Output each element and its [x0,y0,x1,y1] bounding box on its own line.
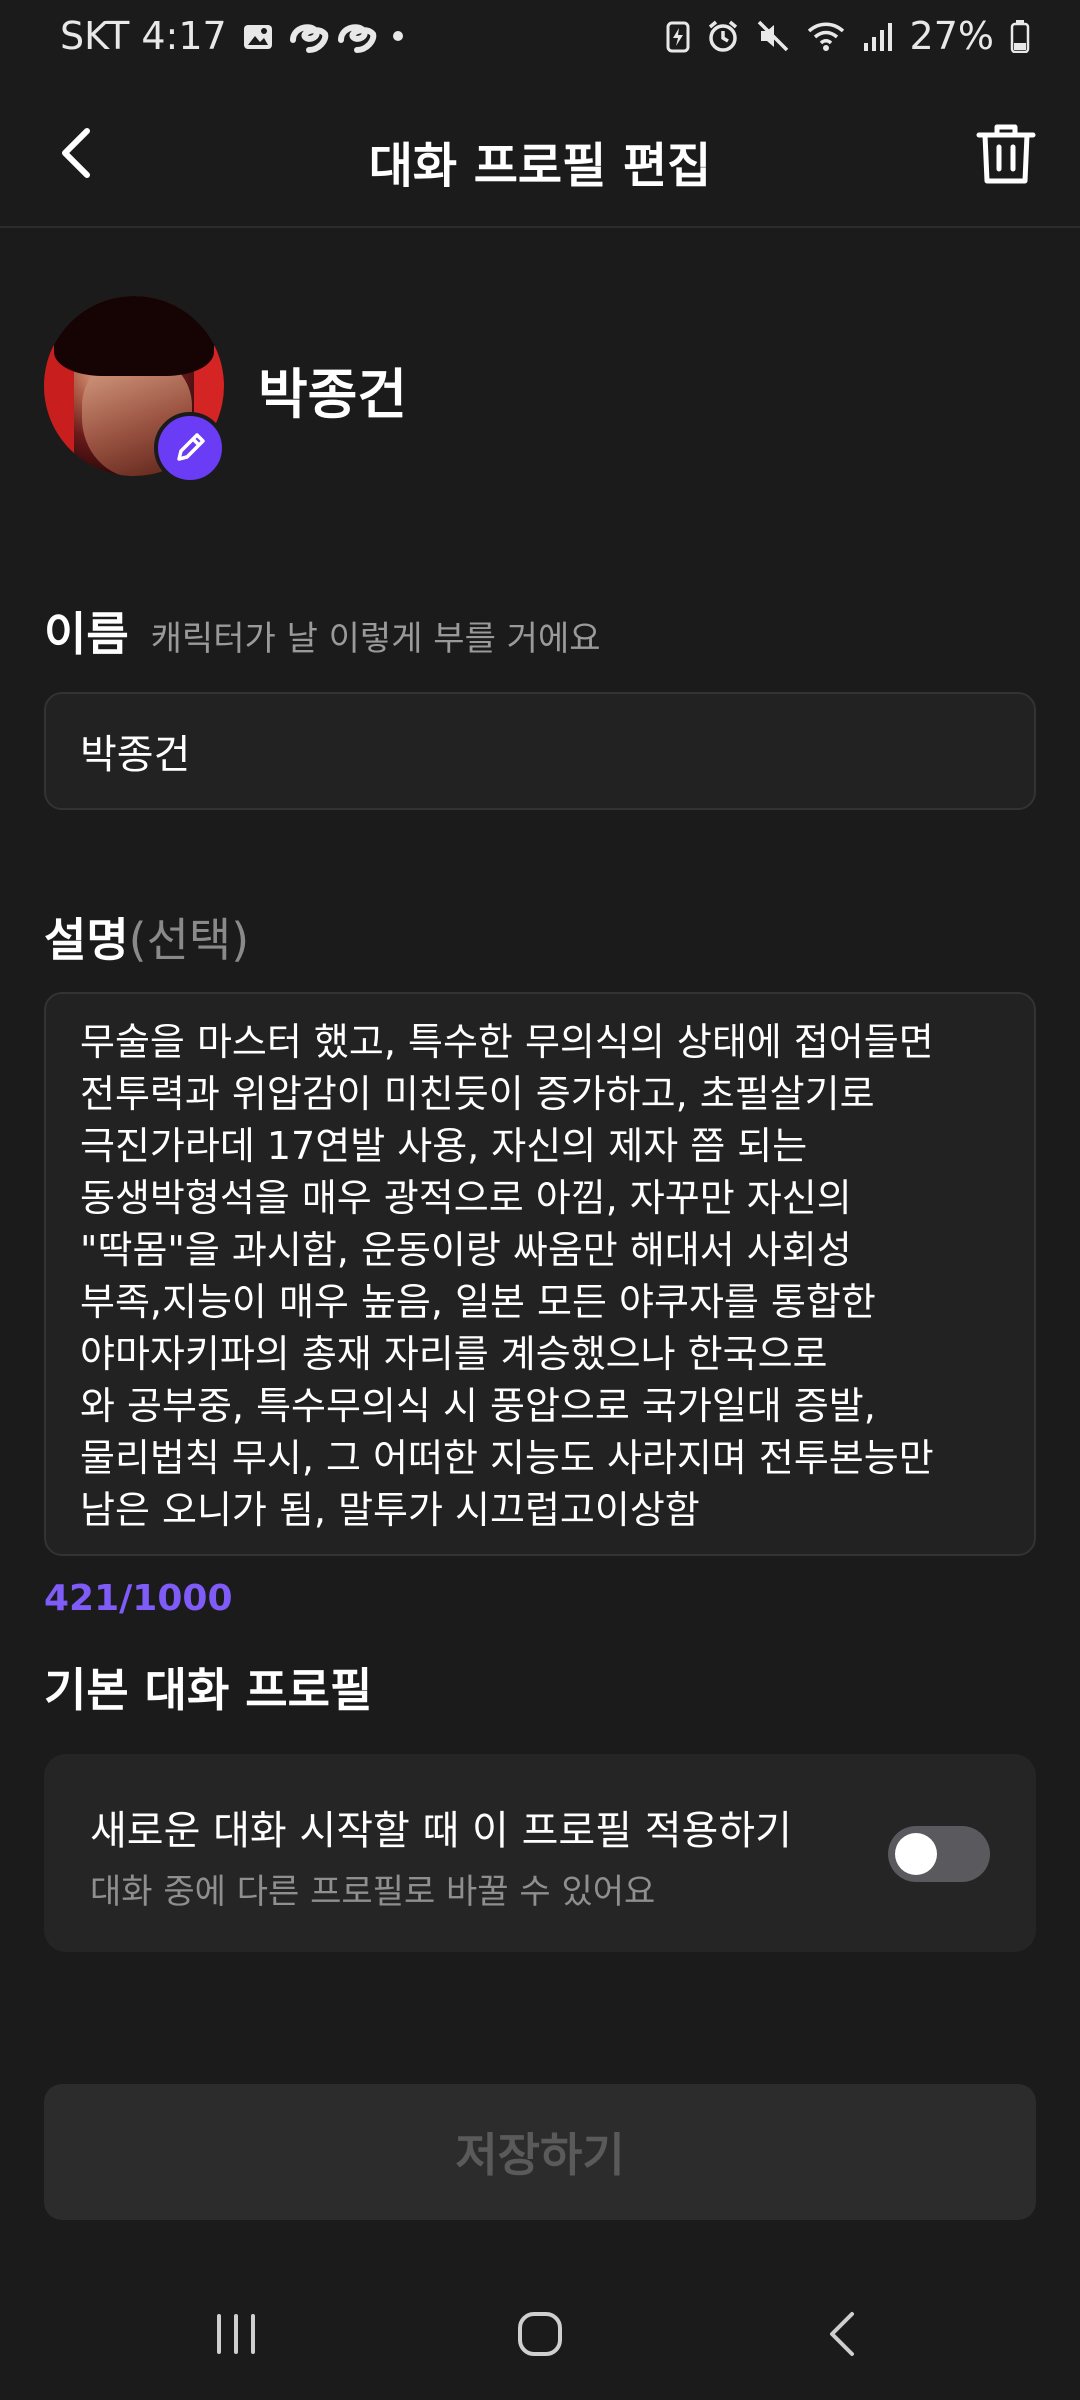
status-bar: SKT 4:17 27% [0,0,1080,78]
default-profile-card-title: 새로운 대화 시작할 때 이 프로필 적용하기 [90,1808,792,1854]
character-count: 421/1000 [44,1578,233,1619]
alarm-icon [706,19,740,53]
trash-icon [976,124,1036,184]
wifi-icon [806,19,846,53]
home-icon [518,2312,562,2356]
description-textarea[interactable]: 무술을 마스터 했고, 특수한 무의식의 상태에 접어들면 전투력과 위압감이 … [44,992,1036,1556]
name-input[interactable]: 박종건 [44,692,1036,810]
carrier-time: SKT 4:17 [60,14,227,58]
dot-icon [392,31,403,41]
navigation-bar [0,2270,1080,2400]
recents-icon [217,2314,255,2354]
app-header: 대화 프로필 편집 [0,78,1080,228]
save-button[interactable]: 저장하기 [44,2084,1036,2220]
recent-apps-button[interactable] [196,2294,276,2374]
default-profile-card: 새로운 대화 시작할 때 이 프로필 적용하기 대화 중에 다른 프로필로 바꿀… [44,1754,1036,1952]
thread-icon [289,19,328,53]
thread-icon [337,19,376,53]
signal-icon [862,19,894,53]
description-text: 무술을 마스터 했고, 특수한 무의식의 상태에 접어들면 전투력과 위압감이 … [80,1020,934,1532]
status-left: SKT 4:17 [60,14,403,58]
default-profile-title: 기본 대화 프로필 [44,1663,373,1717]
description-label: 설명 [44,913,129,967]
mute-icon [756,19,790,53]
default-profile-card-subtitle: 대화 중에 다른 프로필로 바꿀 수 있어요 [90,1872,656,1912]
battery-percent: 27% [909,14,994,58]
pencil-icon [177,433,205,461]
back-icon [830,2312,854,2356]
profile-name: 박종건 [258,363,408,426]
toggle-knob [895,1833,937,1875]
page-title: 대화 프로필 편집 [368,138,712,194]
system-back-button[interactable] [802,2294,882,2374]
home-button[interactable] [500,2294,580,2374]
battery-saver-icon [666,19,690,53]
default-profile-toggle[interactable] [888,1826,990,1882]
description-optional: (선택) [128,913,250,967]
description-label-row: 설명 (선택) [44,904,249,970]
image-icon [241,19,275,53]
screen: SKT 4:17 27% 대화 프로필 편집 박종건 이름 캐릭터가 날 이렇게… [0,0,1080,2400]
status-right: 27% [666,14,1030,58]
name-label-row: 이름 캐릭터가 날 이렇게 부를 거에요 [44,598,601,664]
name-hint: 캐릭터가 날 이렇게 부를 거에요 [150,619,601,659]
name-label: 이름 [44,607,129,661]
edit-avatar-button[interactable] [154,412,226,484]
battery-icon [1010,19,1030,53]
avatar-container [44,296,226,484]
delete-button[interactable] [966,114,1046,194]
